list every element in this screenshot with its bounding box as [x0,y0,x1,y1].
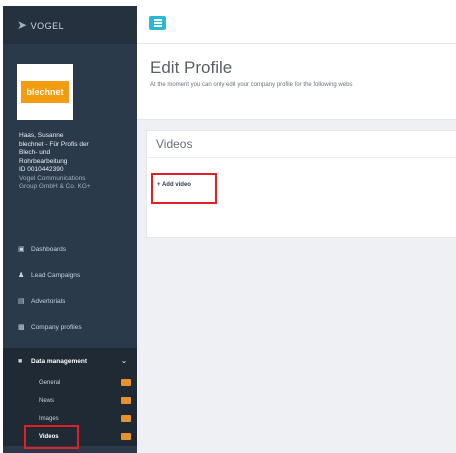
sidebar-subitem-label: Images [39,416,59,422]
users-icon: ♟ [18,272,25,279]
sidebar-subitem-news[interactable]: News [3,392,137,410]
newspaper-icon: ▤ [18,298,25,305]
edit-badge-icon [121,379,131,386]
sidebar-item-label: Company profiles [31,323,82,331]
profile-org-line-3: Rohrbearbeitung [19,157,68,165]
bird-logo-icon: ➤ [17,18,28,32]
sidebar-item-label: Lead Campaigns [31,271,81,279]
sidebar-nav: ▣ Dashboards ♟ Lead Campaigns ▤ Advertor… [3,236,137,446]
profile-info: Haas, Susanne blechnet - Für Profis der … [19,132,137,192]
chevron-down-icon: ⌄ [121,358,127,365]
menu-toggle-button[interactable] [149,16,166,30]
sidebar-item-dashboards[interactable]: ▣ Dashboards [3,236,137,262]
sidebar: ➤ VOGEL blechnet Haas, Susanne blechnet -… [3,6,137,453]
profile-org-line-1: blechnet - Für Profis der [19,140,89,148]
main-content: Edit Profile At the moment you can only … [137,6,456,453]
sidebar-subitem-label: General [39,380,61,386]
videos-highlight-box [24,425,79,449]
sidebar-item-label: Data management [31,357,87,365]
top-bar [137,6,456,44]
edit-badge-icon [121,415,131,422]
chart-icon: ▩ [18,324,25,331]
brand-logo-text: VOGEL [30,21,65,31]
sidebar-item-data-management[interactable]: ■ Data management ⌄ [3,348,137,374]
dashboard-icon: ▣ [18,246,25,253]
sidebar-item-lead-campaigns[interactable]: ♟ Lead Campaigns [3,262,137,288]
brand-logo[interactable]: ➤ VOGEL [3,6,137,44]
profile-name: Haas, Susanne [19,132,64,139]
sidebar-item-label: Advertorials [31,297,66,305]
sidebar-item-advertorials[interactable]: ▤ Advertorials [3,288,137,314]
page-title: Edit Profile [150,58,233,77]
page-header: Edit Profile At the moment you can only … [137,44,456,120]
profile-group-line-1: Vogel Communications [19,174,86,182]
company-logo-frame: blechnet [17,64,73,120]
edit-badge-icon [121,397,131,404]
table-icon: ■ [18,357,23,365]
profile-group-line-2: Group GmbH & Co. KG+ [19,183,91,190]
sidebar-item-company-profiles[interactable]: ▩ Company profiles [3,314,137,340]
app-window: ➤ VOGEL blechnet Haas, Susanne blechnet -… [3,6,456,453]
page-subtitle: At the moment you can only edit your com… [150,82,353,88]
profile-id: ID 0010442390 [19,166,64,173]
sidebar-subitem-label: News [39,398,55,404]
videos-panel-title: Videos [147,131,456,158]
sidebar-item-label: Dashboards [31,245,67,253]
edit-badge-icon [121,433,131,440]
sidebar-subitem-general[interactable]: General [3,374,137,392]
add-video-highlight-box [151,173,217,204]
hamburger-icon [153,19,162,21]
company-logo: blechnet [21,81,69,103]
profile-org-line-2: Blech- und [19,149,51,156]
